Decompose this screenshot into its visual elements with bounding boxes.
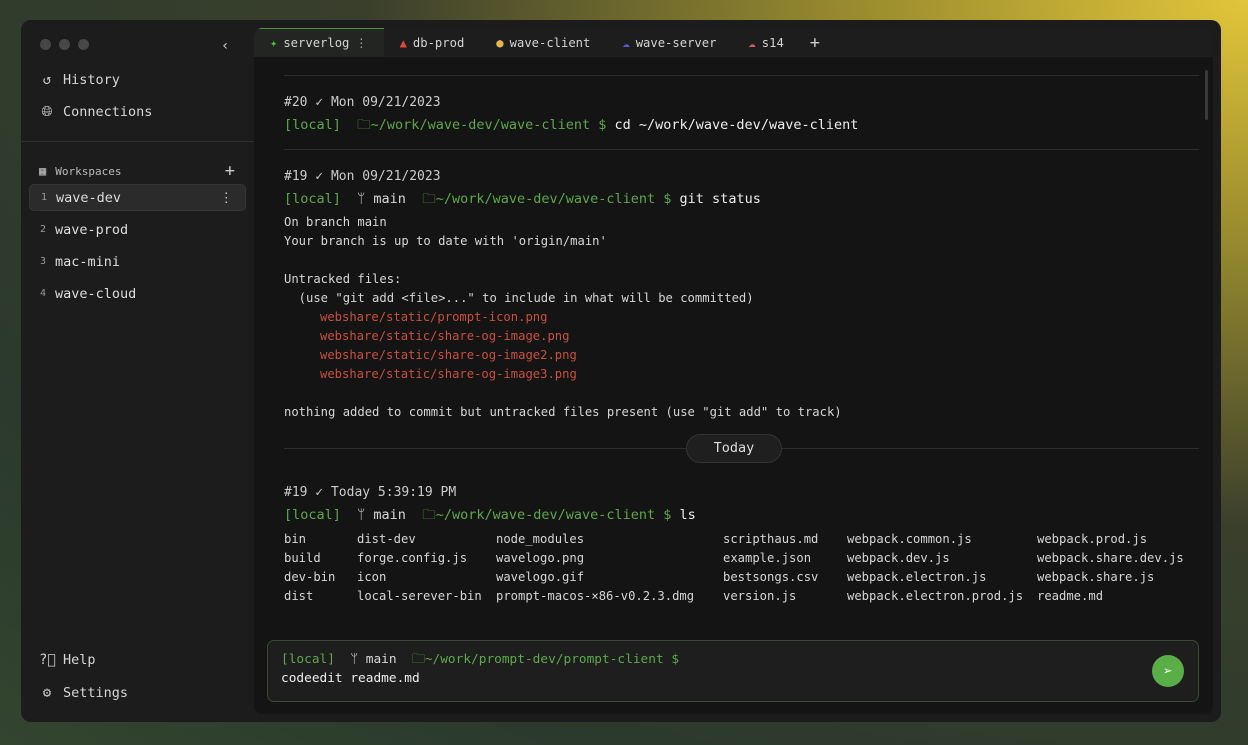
prompt-line: [local] ᛘ main 🗀︎~/work/wave-dev/wave-cl…: [284, 191, 761, 207]
gear-icon: ⚙: [42, 685, 52, 701]
tab-db-prod[interactable]: ▲ db-prod: [384, 28, 481, 57]
file-entry: webpack.electron.js: [847, 570, 987, 584]
workspace-item[interactable]: 3 mac-mini: [29, 248, 246, 275]
sidebar-item-settings[interactable]: ⚙ Settings: [39, 685, 128, 701]
command-block[interactable]: #20 ✓ Mon 09/21/2023 [local] 🗀︎~/work/wa…: [284, 76, 1199, 137]
file-entry: webpack.share.js: [1037, 570, 1155, 584]
more-icon[interactable]: ⋮: [220, 190, 234, 206]
send-icon: ➢: [1163, 662, 1173, 680]
terminal-panel: ✦ serverlog ⋮ ▲ db-prod ● wave-client ☁ wave-…: [254, 28, 1213, 714]
close-button[interactable]: [40, 39, 51, 50]
file-entry: readme.md: [1037, 589, 1104, 603]
command-block[interactable]: #19 ✓ Mon 09/21/2023 [local] ᛘ main 🗀︎~/…: [284, 150, 1199, 422]
cloud-icon: ☁: [622, 35, 630, 50]
file-entry: webpack.share.dev.js: [1037, 551, 1184, 565]
file-entry: build: [284, 551, 321, 565]
command-input-value[interactable]: codeedit readme.md: [281, 669, 1185, 688]
workspace-item[interactable]: 4 wave-cloud: [29, 280, 246, 307]
maximize-button[interactable]: [78, 39, 89, 50]
ghost-icon: ●: [496, 35, 504, 50]
file-entry: node_modules: [496, 532, 585, 546]
minimize-button[interactable]: [59, 39, 70, 50]
sidebar-item-history[interactable]: ↺ History: [39, 72, 120, 88]
tab-menu-icon[interactable]: ⋮: [355, 36, 367, 50]
workspace-item[interactable]: 2 wave-prod: [29, 216, 246, 243]
history-icon: ↺: [42, 72, 52, 88]
command-input[interactable]: [local] ᛘ main 🗀︎~/work/prompt-dev/promp…: [267, 640, 1199, 702]
sidebar: ‹ ↺ History 🌐︎ Connections ▦ Workspaces + 1w…: [21, 20, 254, 722]
workspace-item[interactable]: 1 wave-dev ⋮: [29, 184, 246, 211]
file-entry: version.js: [723, 589, 797, 603]
command-block[interactable]: #19 ✓ Today 5:39:19 PM [local] ᛘ main 🗀︎…: [284, 464, 1199, 606]
add-workspace-button[interactable]: +: [225, 161, 235, 181]
date-divider: Today: [284, 434, 1199, 464]
divider: [21, 141, 254, 142]
window-controls: [40, 39, 89, 50]
file-entry: wavelogo.gif: [496, 570, 585, 584]
sidebar-item-help[interactable]: ?⃝ Help: [39, 652, 96, 668]
file-entry: prompt-macos-×86-v0.2.3.dmg: [496, 589, 695, 603]
add-tab-button[interactable]: +: [800, 33, 830, 53]
workspaces-header: ▦ Workspaces +: [39, 161, 235, 181]
git-branch-icon: ᛘ: [357, 191, 366, 207]
file-entry: bestsongs.csv: [723, 570, 819, 584]
file-entry: dist-dev: [357, 532, 416, 546]
prompt-line: [local] 🗀︎~/work/wave-dev/wave-client $ …: [284, 117, 859, 133]
file-entry: bin: [284, 532, 307, 546]
file-entry: dev-bin: [284, 570, 336, 584]
tab-wave-client[interactable]: ● wave-client: [480, 28, 606, 57]
git-branch-icon: ᛘ: [357, 507, 366, 523]
sidebar-item-connections[interactable]: 🌐︎ Connections: [39, 104, 152, 120]
tab-serverlog[interactable]: ✦ serverlog ⋮: [254, 28, 384, 57]
send-button[interactable]: ➢: [1152, 655, 1184, 687]
file-entry: local-serever-bin: [357, 589, 482, 603]
folder-icon: 🗀︎: [357, 117, 371, 133]
file-entry: webpack.prod.js: [1037, 532, 1148, 546]
tab-bar: ✦ serverlog ⋮ ▲ db-prod ● wave-client ☁ wave-…: [254, 28, 1213, 57]
file-entry: dist: [284, 589, 314, 603]
file-entry: forge.config.js: [357, 551, 468, 565]
file-entry: webpack.dev.js: [847, 551, 950, 565]
flame-icon: ▲: [399, 35, 407, 50]
grid-icon: ▦: [39, 164, 47, 178]
file-entry: webpack.common.js: [847, 532, 972, 546]
help-icon: ?⃝: [39, 652, 56, 668]
sparkle-icon: ✦: [270, 36, 278, 50]
folder-icon: 🗀︎: [412, 652, 425, 667]
tab-s14[interactable]: ☁ s14: [732, 28, 799, 57]
file-entry: webpack.electron.prod.js: [847, 589, 1024, 603]
file-entry: scripthaus.md: [723, 532, 819, 546]
tab-wave-server[interactable]: ☁ wave-server: [606, 28, 732, 57]
globe-icon: 🌐︎: [41, 104, 53, 120]
cloud-icon: ☁: [748, 35, 756, 50]
folder-icon: 🗀︎: [422, 191, 436, 207]
file-entry: wavelogo.png: [496, 551, 585, 565]
folder-icon: 🗀︎: [422, 507, 436, 523]
file-entry: example.json: [723, 551, 812, 565]
terminal-output: #20 ✓ Mon 09/21/2023 [local] 🗀︎~/work/wa…: [284, 57, 1199, 606]
scrollbar[interactable]: [1205, 70, 1208, 120]
git-branch-icon: ᛘ: [350, 652, 359, 667]
app-window: ‹ ↺ History 🌐︎ Connections ▦ Workspaces + 1w…: [21, 20, 1221, 722]
prompt-line: [local] ᛘ main 🗀︎~/work/wave-dev/wave-cl…: [284, 507, 696, 523]
file-entry: icon: [357, 570, 387, 584]
collapse-sidebar-icon[interactable]: ‹: [221, 38, 229, 54]
file-listing: bin dist-dev node_modules scripthaus.md webp…: [284, 530, 1199, 606]
